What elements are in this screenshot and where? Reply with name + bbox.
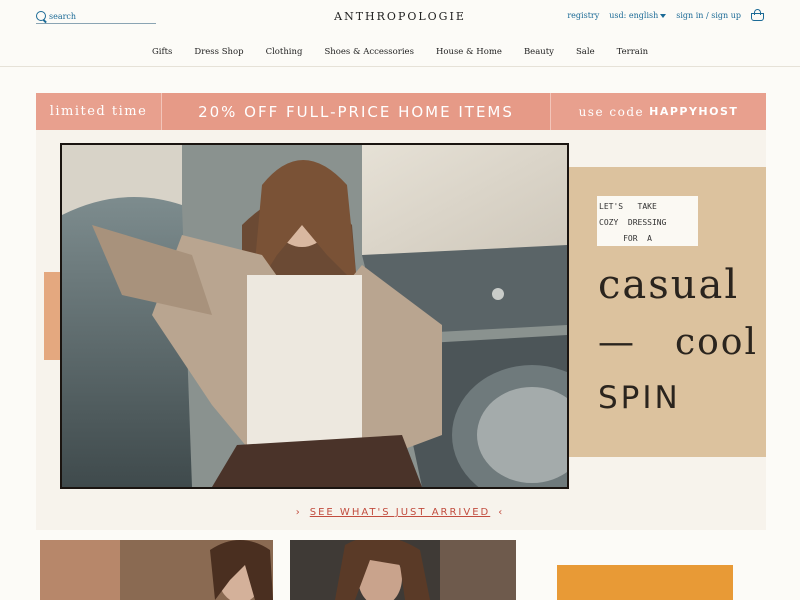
- cta-row: › SEE WHAT'S JUST ARRIVED ‹: [0, 507, 800, 518]
- product-tile[interactable]: [290, 540, 516, 600]
- editorial-note: LET'S TAKE COZY DRESSING FOR A: [597, 196, 698, 246]
- nav-item-house-home[interactable]: House & Home: [425, 47, 513, 57]
- chevron-down-icon: [660, 13, 667, 18]
- headline-casual: casual: [598, 262, 740, 308]
- product-tile-image: [290, 540, 516, 600]
- hero-photo[interactable]: [60, 143, 569, 489]
- nav-item-beauty[interactable]: Beauty: [513, 47, 565, 57]
- product-tile[interactable]: [40, 540, 273, 600]
- promo-headline: 20% OFF FULL-PRICE HOME ITEMS: [162, 93, 550, 130]
- registry-link[interactable]: registry: [567, 11, 599, 20]
- nav-item-shoes-accessories[interactable]: Shoes & Accessories: [313, 47, 424, 57]
- promo-banner[interactable]: limited time 20% OFF FULL-PRICE HOME ITE…: [36, 93, 766, 130]
- headline-cool: — cool: [598, 322, 758, 363]
- shopping-bag-icon[interactable]: [751, 9, 764, 21]
- headline-cool-word: cool: [674, 322, 758, 363]
- promo-code: use code HAPPYHOST: [550, 93, 766, 130]
- utility-nav: registry usd: english sign in / sign up: [567, 9, 764, 21]
- promo-code-value: HAPPYHOST: [649, 105, 739, 118]
- see-whats-arrived-link[interactable]: SEE WHAT'S JUST ARRIVED: [310, 507, 490, 518]
- headline-spin: SPIN: [598, 380, 681, 416]
- site-header: ANTHROPOLOGIE registry usd: english sign…: [0, 0, 800, 67]
- chevron-left-icon: ‹: [498, 507, 505, 518]
- product-tile-image: [40, 540, 273, 600]
- headline-dash: —: [598, 322, 636, 363]
- promo-tile[interactable]: [557, 565, 733, 600]
- account-link[interactable]: sign in / sign up: [676, 11, 741, 20]
- promo-code-prefix: use code: [578, 104, 645, 119]
- currency-label: usd: english: [609, 10, 659, 20]
- nav-item-terrain[interactable]: Terrain: [606, 47, 659, 57]
- nav-item-clothing[interactable]: Clothing: [255, 47, 314, 57]
- main-nav: Gifts Dress Shop Clothing Shoes & Access…: [0, 47, 800, 57]
- hero-photo-illustration: [62, 145, 567, 487]
- nav-item-gifts[interactable]: Gifts: [141, 47, 183, 57]
- nav-item-sale[interactable]: Sale: [565, 47, 606, 57]
- nav-item-dress-shop[interactable]: Dress Shop: [183, 47, 254, 57]
- currency-selector[interactable]: usd: english: [609, 10, 667, 20]
- promo-limited-time: limited time: [36, 93, 162, 130]
- chevron-right-icon: ›: [295, 507, 302, 518]
